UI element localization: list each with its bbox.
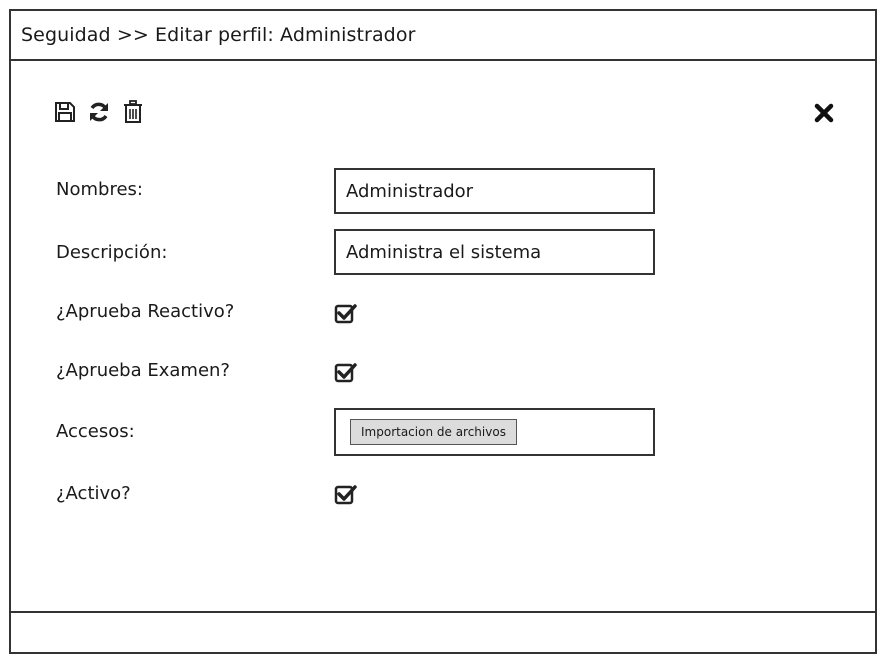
access-item-importacion[interactable]: Importacion de archivos: [350, 419, 517, 445]
nombres-input[interactable]: Administrador: [334, 168, 655, 214]
nombres-label: Nombres:: [56, 179, 143, 200]
accesos-label: Accesos:: [56, 421, 135, 442]
trash-icon: [124, 100, 142, 123]
refresh-icon: [90, 102, 108, 122]
save-icon: [55, 102, 75, 122]
aprueba-reactivo-label: ¿Aprueba Reactivo?: [56, 301, 235, 322]
activo-label: ¿Activo?: [56, 483, 131, 504]
close-button[interactable]: [811, 100, 837, 126]
aprueba-examen-checkbox[interactable]: [334, 361, 358, 385]
close-icon: [814, 103, 834, 123]
activo-checkbox[interactable]: [334, 483, 358, 507]
checkbox-checked-icon: [334, 304, 357, 324]
title-bar: Seguidad >> Editar perfil: Administrador: [11, 11, 875, 61]
accesos-list[interactable]: Importacion de archivos: [334, 408, 655, 456]
page-title: Seguidad >> Editar perfil: Administrador: [21, 24, 416, 46]
toolbar: [52, 97, 146, 127]
footer-divider: [11, 611, 875, 613]
refresh-button[interactable]: [86, 99, 112, 125]
save-button[interactable]: [52, 99, 78, 125]
aprueba-reactivo-checkbox[interactable]: [334, 302, 358, 326]
edit-profile-window: Seguidad >> Editar perfil: Administrador: [9, 9, 877, 654]
aprueba-examen-label: ¿Aprueba Examen?: [56, 360, 230, 381]
checkbox-checked-icon: [334, 485, 357, 505]
descripcion-input[interactable]: Administra el sistema: [334, 229, 655, 275]
descripcion-label: Descripción:: [56, 242, 168, 263]
delete-button[interactable]: [120, 99, 146, 125]
checkbox-checked-icon: [334, 363, 357, 383]
